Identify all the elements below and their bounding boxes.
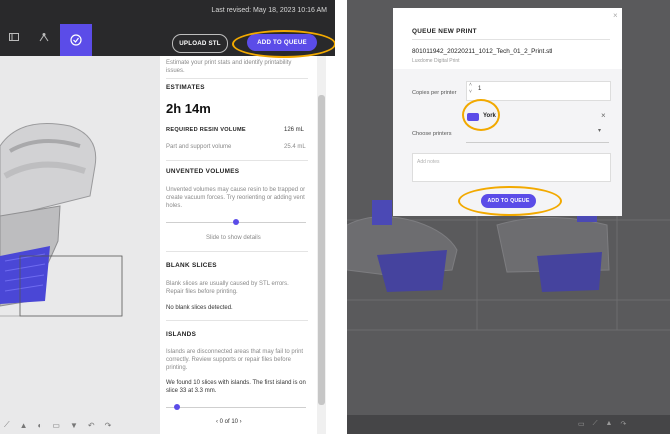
islands-slider-track[interactable] xyxy=(166,407,306,408)
islands-result: We found 10 slices with islands. The fir… xyxy=(166,380,306,394)
model-viewport[interactable] xyxy=(0,56,160,434)
unvented-body: Unvented volumes may cause resin to be t… xyxy=(166,187,306,209)
highlight-ring xyxy=(462,99,500,131)
remove-printer-icon[interactable]: × xyxy=(601,111,606,120)
redo-icon[interactable]: ↷ xyxy=(620,420,626,428)
blank-slices-result: No blank slices detected. xyxy=(166,305,233,311)
dialog-title: QUEUE NEW PRINT xyxy=(412,28,477,35)
file-subtitle: Luxdome Digital Print xyxy=(412,58,460,64)
unvented-heading: UNVENTED VOLUMES xyxy=(166,168,240,175)
layout-icon[interactable] xyxy=(0,24,28,50)
supports-icon[interactable] xyxy=(30,24,58,50)
notes-placeholder: Add notes xyxy=(417,159,440,165)
copies-value: 1 xyxy=(478,86,482,92)
copies-stepper[interactable] xyxy=(466,81,611,101)
divider xyxy=(412,39,610,40)
highlight-ring xyxy=(232,30,335,58)
blank-slices-heading: BLANK SLICES xyxy=(166,262,217,269)
scrollbar-thumb[interactable] xyxy=(318,95,325,405)
intro-text: Estimate your print stats and identify p… xyxy=(166,60,292,74)
measure-icon[interactable]: ⟋ xyxy=(4,420,10,430)
print-prep-panel: Last revised: May 18, 2023 10:16 AM UPLO… xyxy=(0,0,335,434)
close-icon[interactable]: × xyxy=(613,11,618,20)
measure-icon[interactable]: ⟋ xyxy=(593,420,598,428)
chevron-down-icon[interactable]: ▾ xyxy=(598,127,601,134)
viewport-toolbar: ⟋ ▲ ◐ ▭ ▼ ↶ ↷ xyxy=(0,416,164,434)
divider xyxy=(166,78,308,79)
highlight-ring xyxy=(458,186,562,216)
divider xyxy=(166,251,308,252)
stepper-arrows-icon[interactable]: ˄ ˅ xyxy=(469,82,472,96)
part-volume-label: Part and support volume xyxy=(166,144,232,150)
grid-icon[interactable]: ▭ xyxy=(578,420,585,428)
right-viewport-toolbar: ▭ ⟋ ▲ ↷ xyxy=(578,420,626,428)
estimates-heading: ESTIMATES xyxy=(166,84,205,91)
last-revised-text: Last revised: May 18, 2023 10:16 AM xyxy=(211,7,327,14)
print-validation-icon[interactable] xyxy=(60,24,92,56)
resin-volume-heading: REQUIRED RESIN VOLUME xyxy=(166,127,246,133)
part-volume-value: 25.4 mL xyxy=(284,144,306,150)
islands-slider-handle[interactable] xyxy=(174,404,180,410)
blank-slices-body: Blank slices are usually caused by STL e… xyxy=(166,281,289,295)
resin-volume-value: 126 mL xyxy=(284,127,305,133)
redo-icon[interactable]: ↷ xyxy=(105,421,112,430)
grid-icon[interactable]: ▭ xyxy=(52,421,60,430)
slider-hint: Slide to show details xyxy=(206,235,261,241)
upload-stl-button[interactable]: UPLOAD STL xyxy=(172,34,228,53)
islands-body: Islands are disconnected areas that may … xyxy=(166,349,304,371)
divider xyxy=(166,160,308,161)
contrast-icon[interactable]: ◐ xyxy=(38,421,43,430)
file-name: 801011942_20220211_1012_Tech_01_2_Print.… xyxy=(412,48,553,55)
triangle-icon[interactable]: ▲ xyxy=(20,421,28,430)
copies-label: Copies per printer xyxy=(412,90,457,96)
islands-pager[interactable]: ‹ 0 of 10 › xyxy=(216,418,242,426)
notes-textarea[interactable] xyxy=(412,153,611,182)
islands-heading: ISLANDS xyxy=(166,331,197,338)
undo-icon[interactable]: ↶ xyxy=(88,421,95,430)
triangle-icon[interactable]: ▲ xyxy=(606,420,613,428)
print-time: 2h 14m xyxy=(166,101,211,116)
dental-model-render xyxy=(0,123,123,317)
choose-printers-label: Choose printers xyxy=(412,131,452,137)
divider xyxy=(166,320,308,321)
unvented-slider-handle[interactable] xyxy=(233,219,239,225)
slice-icon[interactable]: ▼ xyxy=(70,421,78,430)
